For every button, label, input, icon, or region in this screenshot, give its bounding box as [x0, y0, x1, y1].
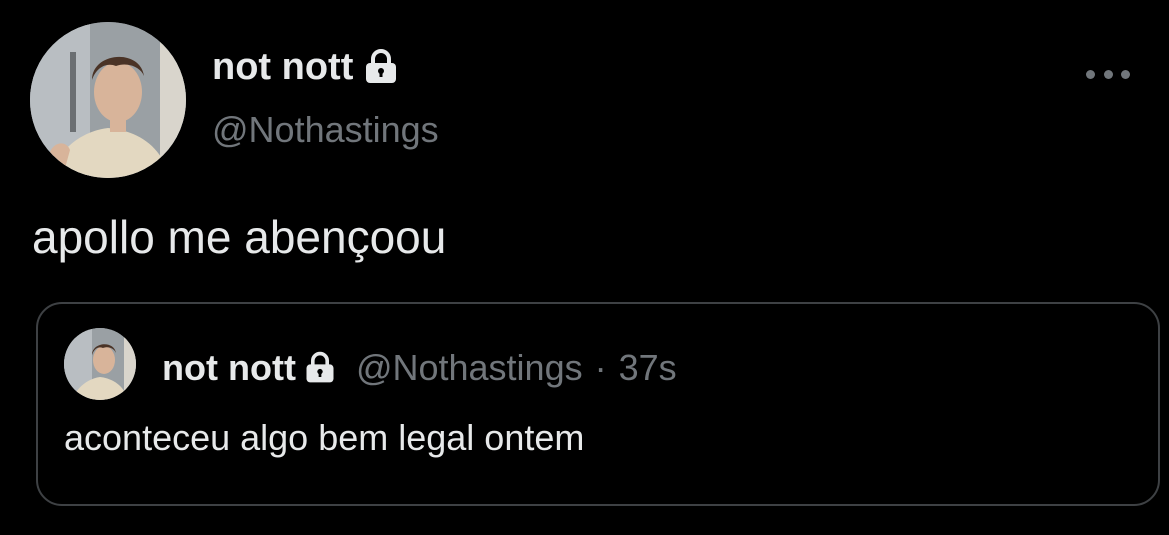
- quote-display-name[interactable]: not nott: [162, 346, 296, 390]
- more-horizontal-icon: [1121, 69, 1130, 79]
- tweet-text: apollo me abençoou: [32, 211, 447, 263]
- handle[interactable]: @Nothastings: [212, 108, 439, 152]
- more-horizontal-icon: [1086, 69, 1095, 79]
- display-name[interactable]: not nott: [212, 44, 401, 90]
- quote-handle[interactable]: @Nothastings: [356, 346, 583, 390]
- quote-avatar[interactable]: [64, 328, 136, 400]
- lock-icon: [361, 47, 401, 87]
- quote-timestamp[interactable]: 37s: [619, 346, 677, 390]
- more-options-button[interactable]: [1086, 62, 1130, 86]
- quote-text: aconteceu algo bem legal ontem: [64, 417, 585, 458]
- tweet: not nott @Nothastings apollo me abençoou: [0, 0, 1169, 535]
- avatar[interactable]: [30, 22, 186, 178]
- display-name-text[interactable]: not nott: [212, 44, 353, 90]
- quote-separator: ·: [594, 347, 607, 388]
- quote-avatar-photo: [64, 328, 136, 400]
- lock-icon: [302, 350, 338, 386]
- quote-header: not nott @Nothastings · 37s: [162, 346, 677, 390]
- more-horizontal-icon: [1103, 69, 1113, 79]
- quoted-tweet[interactable]: not nott @Nothastings · 37s aconteceu al…: [36, 302, 1160, 506]
- avatar-photo: [30, 22, 186, 178]
